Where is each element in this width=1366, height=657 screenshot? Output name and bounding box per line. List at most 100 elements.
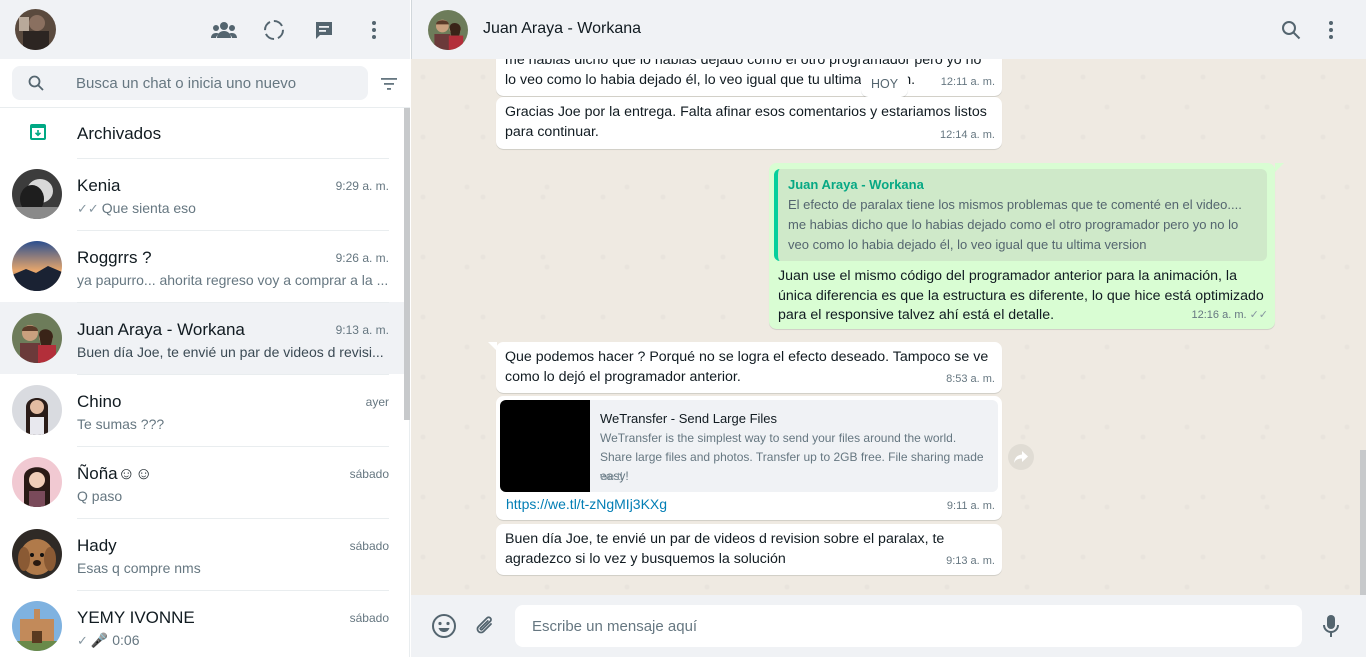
message-link-url[interactable]: https://we.tl/t-zNgMIj3KXg [506,495,667,515]
chat-preview-text: Esas q compre nms [77,560,201,576]
link-preview-card[interactable]: WeTransfer - Send Large Files WeTransfer… [500,400,998,492]
archive-icon [29,123,47,146]
chat-name: Chino [77,392,122,411]
filter-icon[interactable] [378,74,400,94]
message-incoming[interactable]: Buen día Joe, te envié un par de videos … [496,524,1002,575]
composer-bar [411,595,1366,657]
chat-preview-text: Que sienta eso [101,200,196,216]
quoted-author: Juan Araya - Workana [788,177,924,192]
message-incoming[interactable]: Que podemos hacer ? Porqué no se logra e… [496,342,1002,393]
contact-name[interactable]: Juan Araya - Workana [483,20,641,38]
chat-name: Ñoña☺☺ [77,464,153,483]
sidebar-header [0,0,410,59]
chat-preview-text: Q paso [77,488,123,504]
search-icon [28,75,44,96]
date-divider: HOY [861,71,908,97]
message-outgoing[interactable]: Juan Araya - Workana El efecto de parala… [769,163,1275,329]
message-incoming[interactable]: me habias dicho que lo habias dejado com… [496,59,1002,96]
attach-icon[interactable] [472,613,498,639]
archived-chats[interactable]: Archivados [0,108,404,158]
chat-time: ayer [365,395,389,409]
chat-preview-text: Te sumas ??? [77,416,165,432]
quoted-text: El efecto de paralax tiene los mismos pr… [788,197,1242,252]
link-title: WeTransfer - Send Large Files [600,411,778,426]
search-messages-icon[interactable] [1279,18,1303,42]
conversation-header: Juan Araya - Workana [411,0,1366,59]
my-profile-avatar[interactable] [15,9,56,50]
bubble-tail [1275,163,1284,172]
avatar [12,313,62,363]
avatar [12,385,62,435]
chat-preview-text: Buen día Joe, te envié un par de videos … [77,344,384,360]
emoji-icon[interactable] [431,613,457,639]
message-text: Que podemos hacer ? Porqué no se logra e… [505,349,989,385]
chat-time: 9:13 a. m. [335,323,389,337]
message-input[interactable] [532,605,1292,647]
conversation-pane: Juan Araya - Workana me habias dicho que… [411,0,1366,657]
message-area: me habias dicho que lo habias dejado com… [411,59,1366,595]
chat-preview: Q paso [77,488,389,504]
chat-item-body: Ñoña☺☺ sábado Q paso [77,446,389,518]
chat-item-hady[interactable]: Hady sábado Esas q compre nms [0,518,404,590]
avatar [12,169,62,219]
link-domain: we.tl [600,471,623,483]
chat-item-kenia[interactable]: Kenia 9:29 a. m. ✓✓ Que sienta eso [0,158,404,230]
chat-item-chino[interactable]: Chino ayer Te sumas ??? [0,374,404,446]
message-incoming[interactable]: Gracias Joe por la entrega. Falta afinar… [496,97,1002,149]
message-time: 9:11 a. m. [946,499,995,512]
chat-preview: Buen día Joe, te envié un par de videos … [77,344,389,360]
message-time: 12:14 a. m. [939,128,995,141]
contact-avatar[interactable] [428,10,468,50]
chat-list: Archivados Kenia 9:29 a. m. ✓✓ Que sienta… [0,108,410,657]
message-link[interactable]: WeTransfer - Send Large Files WeTransfer… [496,396,1002,520]
search-box [12,66,368,100]
chat-name: YEMY IVONNE [77,608,195,627]
new-chat-icon[interactable] [311,17,337,43]
message-composer [515,605,1302,647]
chat-preview: ya papurro... ahorita regreso voy a comp… [77,272,389,288]
chat-name: Kenia [77,176,121,195]
avatar [12,529,62,579]
link-thumbnail [500,400,590,492]
message-time: 8:53 a. m. [946,372,995,385]
message-text: Buen día Joe, te envié un par de videos … [505,531,945,567]
communities-icon[interactable] [211,17,237,43]
chat-time: sábado [349,467,389,481]
chat-item-juan-araya[interactable]: Juan Araya - Workana 9:13 a. m. Buen día… [0,302,404,374]
message-text: me habias dicho que lo habias dejado com… [505,59,982,88]
message-time: 12:16 a. m. ✓✓ [1192,306,1268,326]
message-scrollbar[interactable] [1360,450,1366,595]
archived-label: Archivados [77,124,162,143]
link-description: WeTransfer is the simplest way to send y… [600,431,984,483]
chat-name: Roggrrs ? [77,248,152,267]
search-input[interactable] [76,66,356,100]
forward-icon[interactable] [1008,444,1034,470]
chat-time: sábado [349,611,389,625]
chat-preview: Te sumas ??? [77,416,389,432]
chat-item-body: Hady sábado Esas q compre nms [77,518,389,590]
chat-time: 9:26 a. m. [335,251,389,265]
conversation-menu-icon[interactable] [1319,18,1343,42]
chat-item-roggrrs[interactable]: Roggrrs ? 9:26 a. m. ya papurro... ahori… [0,230,404,302]
chat-item-nona[interactable]: Ñoña☺☺ sábado Q paso [0,446,404,518]
chat-name: Juan Araya - Workana [77,320,245,339]
chat-preview: ✓ 🎤 0:06 [77,632,389,649]
chat-item-yemy-ivonne[interactable]: YEMY IVONNE sábado ✓ 🎤 0:06 [0,590,404,657]
chat-item-body: Kenia 9:29 a. m. ✓✓ Que sienta eso [77,158,389,230]
message-time: 9:13 a. m. [946,554,995,567]
chat-item-body: Roggrrs ? 9:26 a. m. ya papurro... ahori… [77,230,389,302]
menu-icon[interactable] [361,17,387,43]
chat-preview-text: ya papurro... ahorita regreso voy a comp… [77,272,389,288]
message-time: 12:11 a. m. [940,75,995,88]
chat-name: Hady [77,536,117,555]
chat-list-pane: Archivados Kenia 9:29 a. m. ✓✓Que sienta… [0,0,410,657]
read-receipt-icon: ✓✓ [77,201,99,216]
message-time-text: 12:16 a. m. [1191,308,1247,321]
chat-list-scrollbar[interactable] [404,108,410,420]
message-text: Gracias Joe por la entrega. Falta afinar… [505,104,987,140]
status-icon[interactable] [261,17,287,43]
chat-preview-text: 🎤 0:06 [90,632,140,648]
avatar [12,241,62,291]
quoted-message[interactable]: Juan Araya - Workana El efecto de parala… [774,169,1267,261]
microphone-icon[interactable] [1318,613,1344,639]
